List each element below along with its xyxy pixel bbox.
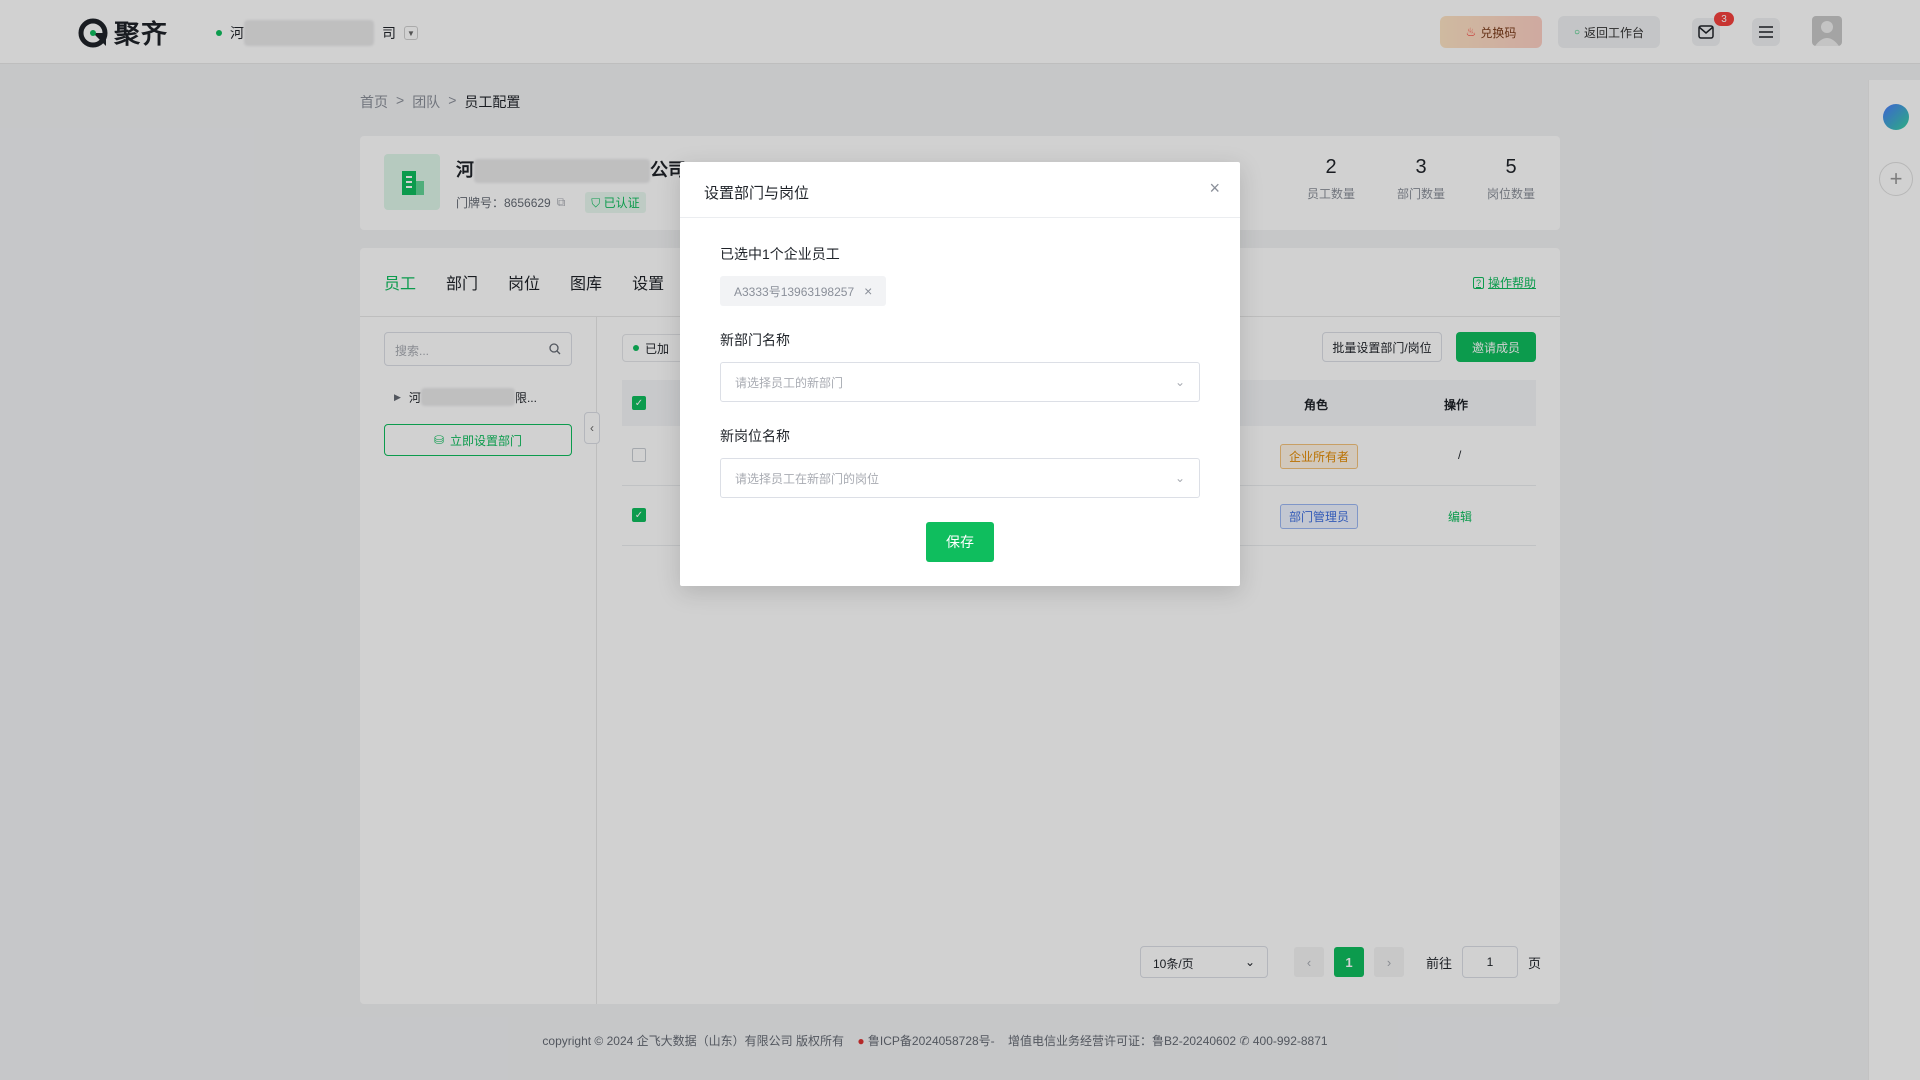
chip-close-icon[interactable]: × <box>864 283 872 299</box>
selected-employee-chip: A3333号13963198257 × <box>720 276 887 306</box>
selected-count-label: 已选中1个企业员工 <box>720 246 840 262</box>
modal-header: 设置部门与岗位 × <box>680 162 1240 218</box>
save-button[interactable]: 保存 <box>926 522 994 562</box>
department-select[interactable]: 请选择员工的新部门 ⌄ <box>720 362 1200 402</box>
post-placeholder: 请选择员工在新部门的岗位 <box>735 471 880 486</box>
modal-title: 设置部门与岗位 <box>704 185 810 202</box>
chevron-down-icon: ⌄ <box>1174 375 1185 389</box>
department-field-label: 新部门名称 <box>720 332 790 348</box>
chevron-down-icon: ⌄ <box>1174 471 1185 485</box>
set-department-modal: 设置部门与岗位 × 已选中1个企业员工 A3333号13963198257 × … <box>680 162 1240 586</box>
close-icon[interactable]: × <box>1209 178 1220 199</box>
post-select[interactable]: 请选择员工在新部门的岗位 ⌄ <box>720 458 1200 498</box>
chip-text: A3333号13963198257 <box>734 284 855 299</box>
department-placeholder: 请选择员工的新部门 <box>735 375 844 390</box>
post-field-label: 新岗位名称 <box>720 428 790 444</box>
